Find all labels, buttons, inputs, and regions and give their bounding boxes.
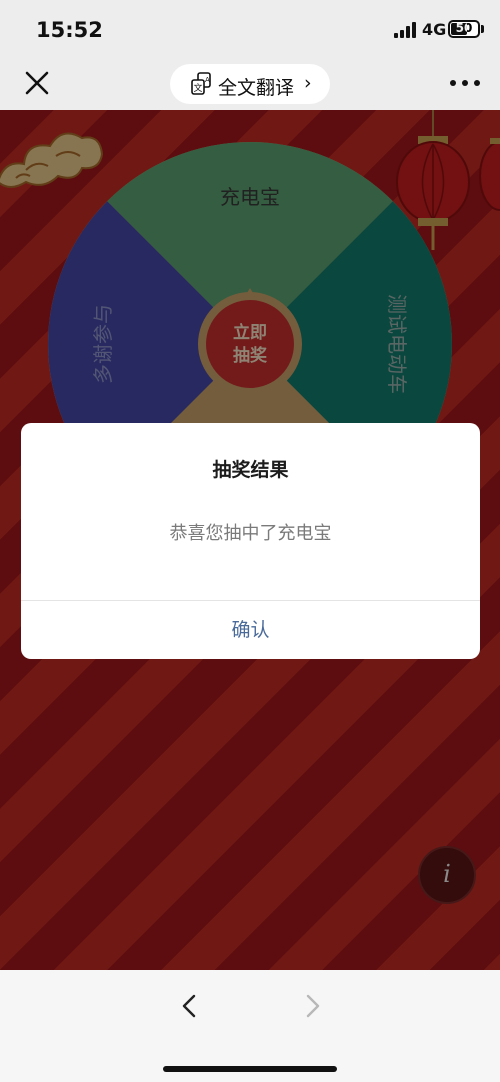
translate-label: 全文翻译 — [218, 77, 295, 99]
status-bar: 15:52 4G 50 — [0, 0, 500, 58]
signal-icon — [394, 22, 418, 38]
forward-button[interactable] — [298, 990, 326, 1022]
result-dialog: 抽奖结果 恭喜您抽中了充电宝 确认 — [21, 423, 480, 659]
battery-cap — [481, 25, 484, 33]
back-button[interactable] — [176, 990, 204, 1022]
svg-text:文: 文 — [193, 82, 202, 94]
more-icon — [450, 80, 456, 86]
battery-icon: 50 — [448, 20, 480, 38]
dialog-message: 恭喜您抽中了充电宝 — [169, 523, 332, 544]
svg-text:A: A — [205, 76, 210, 84]
home-indicator — [163, 1066, 337, 1072]
translate-icon: 文 A — [191, 72, 211, 95]
status-time: 15:52 — [36, 18, 103, 42]
more-button[interactable] — [448, 74, 482, 94]
confirm-button[interactable]: 确认 — [21, 601, 480, 659]
battery-level: 50 — [455, 21, 473, 35]
full-text-translate-button[interactable]: 文 A 全文翻译 › — [170, 64, 330, 104]
network-label: 4G — [422, 20, 447, 39]
close-button[interactable] — [22, 68, 52, 98]
chevron-right-icon: › — [304, 72, 312, 94]
close-icon — [25, 71, 49, 95]
bottom-toolbar — [0, 970, 500, 1082]
nav-bar: 文 A 全文翻译 › — [0, 58, 500, 110]
chevron-left-icon — [182, 994, 196, 1018]
chevron-right-icon — [306, 994, 320, 1018]
dialog-title: 抽奖结果 — [212, 459, 289, 481]
